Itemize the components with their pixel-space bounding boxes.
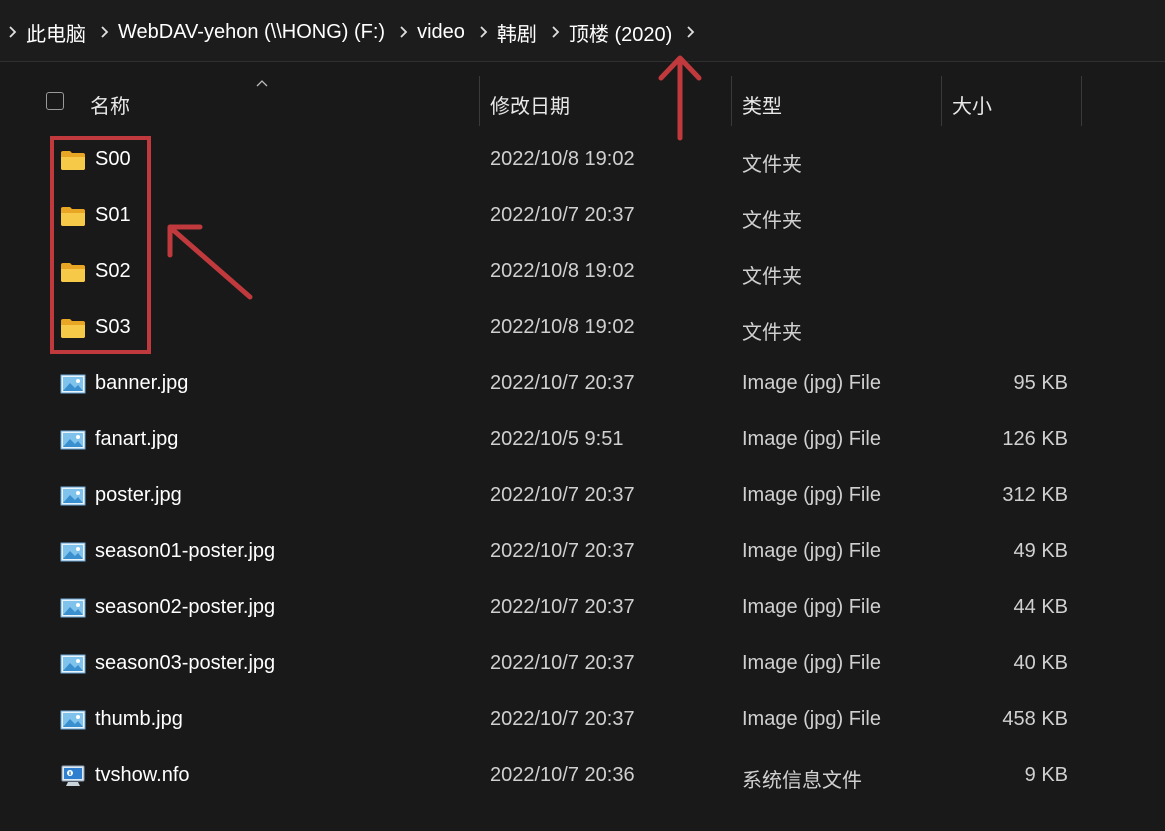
system-info-file-icon [60,765,86,787]
file-type: Image (jpg) File [742,372,881,394]
file-row[interactable]: season02-poster.jpg 2022/10/7 20:37 Image … [0,581,1165,637]
file-row[interactable]: S00 2022/10/8 19:02 文件夹 [0,133,1165,189]
file-row[interactable]: season03-poster.jpg 2022/10/7 20:37 Image … [0,637,1165,693]
file-modified-date: 2022/10/7 20:37 [490,372,635,394]
file-name[interactable]: banner.jpg [95,372,188,395]
file-type: Image (jpg) File [742,484,881,506]
file-type: Image (jpg) File [742,596,881,618]
image-file-icon [60,373,86,395]
file-name[interactable]: fanart.jpg [95,428,178,451]
file-size: 44 KB [1013,596,1068,618]
file-modified-date: 2022/10/7 20:37 [490,708,635,730]
select-all-checkbox[interactable] [46,92,64,110]
file-modified-date: 2022/10/7 20:37 [490,596,635,618]
file-name[interactable]: season02-poster.jpg [95,596,275,619]
chevron-right-icon[interactable] [678,25,704,39]
column-header-type[interactable]: 类型 [742,90,782,119]
column-divider[interactable] [731,76,732,126]
file-name[interactable]: season01-poster.jpg [95,540,275,563]
file-row[interactable]: tvshow.nfo 2022/10/7 20:36 系统信息文件 9 KB [0,749,1165,805]
chevron-right-icon[interactable] [92,25,118,39]
image-file-icon [60,541,86,563]
chevron-right-icon[interactable] [0,25,26,39]
breadcrumb: 此电脑 WebDAV-yehon (\\HONG) (F:) video 韩剧 … [0,15,704,49]
column-divider[interactable] [479,76,480,126]
column-header-name[interactable]: 名称 [90,90,130,119]
file-row[interactable]: season01-poster.jpg 2022/10/7 20:37 Image … [0,525,1165,581]
file-modified-date: 2022/10/7 20:37 [490,204,635,226]
annotation-arrow-up-icon [658,55,702,141]
file-modified-date: 2022/10/7 20:37 [490,484,635,506]
file-modified-date: 2022/10/5 9:51 [490,428,624,450]
chevron-right-icon[interactable] [543,25,569,39]
breadcrumb-item-korean-drama[interactable]: 韩剧 [497,18,543,47]
file-modified-date: 2022/10/8 19:02 [490,260,635,282]
column-divider[interactable] [941,76,942,126]
file-row[interactable]: fanart.jpg 2022/10/5 9:51 Image (jpg) File… [0,413,1165,469]
image-file-icon [60,709,86,731]
file-size: 40 KB [1013,652,1068,674]
file-row[interactable]: banner.jpg 2022/10/7 20:37 Image (jpg) Fil… [0,357,1165,413]
file-size: 126 KB [1002,428,1068,450]
image-file-icon [60,653,86,675]
image-file-icon [60,597,86,619]
breadcrumb-item-video[interactable]: video [417,21,471,44]
file-name[interactable]: season03-poster.jpg [95,652,275,675]
file-modified-date: 2022/10/7 20:37 [490,652,635,674]
file-type: 系统信息文件 [742,770,862,792]
file-size: 49 KB [1013,540,1068,562]
file-size: 312 KB [1002,484,1068,506]
file-type: Image (jpg) File [742,652,881,674]
file-type: Image (jpg) File [742,540,881,562]
column-header-modified[interactable]: 修改日期 [490,90,570,119]
file-name[interactable]: thumb.jpg [95,708,183,731]
chevron-right-icon[interactable] [391,25,417,39]
file-type: 文件夹 [742,154,802,176]
file-name[interactable]: poster.jpg [95,484,182,507]
file-type: Image (jpg) File [742,708,881,730]
file-type: 文件夹 [742,266,802,288]
address-bar[interactable]: 此电脑 WebDAV-yehon (\\HONG) (F:) video 韩剧 … [0,0,1165,62]
breadcrumb-item-this-pc[interactable]: 此电脑 [26,18,92,47]
file-type: 文件夹 [742,322,802,344]
column-header-size[interactable]: 大小 [952,90,992,119]
file-modified-date: 2022/10/7 20:36 [490,764,635,786]
file-size: 95 KB [1013,372,1068,394]
column-divider[interactable] [1081,76,1082,126]
image-file-icon [60,485,86,507]
file-type: Image (jpg) File [742,428,881,450]
file-row[interactable]: S03 2022/10/8 19:02 文件夹 [0,301,1165,357]
sort-ascending-icon [256,76,268,90]
file-row[interactable]: thumb.jpg 2022/10/7 20:37 Image (jpg) File… [0,693,1165,749]
highlight-box [50,136,151,354]
file-size: 9 KB [1024,764,1068,786]
breadcrumb-item-current-folder[interactable]: 顶楼 (2020) [569,18,678,47]
chevron-right-icon[interactable] [471,25,497,39]
file-name[interactable]: tvshow.nfo [95,764,190,787]
file-modified-date: 2022/10/7 20:37 [490,540,635,562]
annotation-arrow-diagonal-icon [167,224,253,300]
file-row[interactable]: poster.jpg 2022/10/7 20:37 Image (jpg) Fil… [0,469,1165,525]
file-modified-date: 2022/10/8 19:02 [490,148,635,170]
image-file-icon [60,429,86,451]
breadcrumb-item-drive[interactable]: WebDAV-yehon (\\HONG) (F:) [118,21,391,44]
file-modified-date: 2022/10/8 19:02 [490,316,635,338]
file-size: 458 KB [1002,708,1068,730]
file-type: 文件夹 [742,210,802,232]
